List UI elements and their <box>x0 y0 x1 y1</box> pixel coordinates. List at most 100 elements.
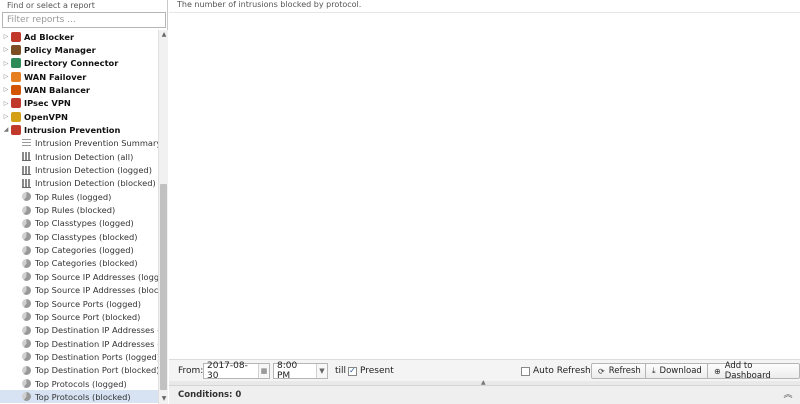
bar-chart-icon <box>22 152 31 162</box>
present-checkbox[interactable]: ✓ <box>348 366 357 376</box>
tree-report-item[interactable]: Top Protocols (logged) <box>0 377 158 390</box>
ipsec-vpn-icon <box>11 98 21 109</box>
tree-report-label: Top Classtypes (logged) <box>35 218 134 229</box>
tree-app-label: IPsec VPN <box>24 98 71 109</box>
pie-chart-icon <box>22 379 31 389</box>
tree-app-directory-connector[interactable]: ▷ Directory Connector <box>0 57 158 70</box>
pie-chart-icon <box>22 245 31 255</box>
collapsed-arrow-icon[interactable]: ▷ <box>3 73 9 80</box>
tree-report-item[interactable]: Top Rules (blocked) <box>0 204 158 217</box>
collapsed-arrow-icon[interactable]: ▷ <box>3 100 9 107</box>
from-label: From: <box>178 366 204 376</box>
download-button[interactable]: ⤓ Download <box>645 363 709 379</box>
tree-report-item[interactable]: Top Classtypes (logged) <box>0 217 158 230</box>
report-description: The number of intrusions blocked by prot… <box>177 0 362 9</box>
download-button-label: Download <box>659 366 702 376</box>
tree-report-label: Intrusion Detection (all) <box>35 151 134 162</box>
reports-sidebar: Find or select a report ▷ Ad Blocker ▷ Poli… <box>0 0 168 404</box>
collapsed-arrow-icon[interactable]: ▷ <box>3 33 9 40</box>
collapsed-arrow-icon[interactable]: ▷ <box>3 113 9 120</box>
tree-report-item[interactable]: Top Destination IP Addresses (lo... <box>0 324 158 337</box>
plus-circle-icon: ⊕ <box>714 366 721 376</box>
text-report-icon <box>22 138 31 148</box>
tree-app-wan-balancer[interactable]: ▷ WAN Balancer <box>0 83 158 96</box>
scroll-up-icon[interactable]: ▲ <box>159 30 169 40</box>
double-chevron-up-icon[interactable]: ︽ <box>782 389 794 401</box>
tree-report-label: Top Protocols (blocked) <box>35 391 131 402</box>
calendar-icon[interactable]: ▦ <box>258 364 269 378</box>
tree-report-item[interactable]: Top Source Port (blocked) <box>0 310 158 323</box>
tree-report-item[interactable]: Top Destination Port (blocked) <box>0 364 158 377</box>
collapsed-arrow-icon[interactable]: ▷ <box>3 86 9 93</box>
tree-report-label: Top Classtypes (blocked) <box>35 231 138 242</box>
refresh-icon: ⟳ <box>598 366 605 376</box>
collapsed-arrow-icon[interactable]: ▷ <box>3 46 9 53</box>
tree-app-label: Directory Connector <box>24 58 119 69</box>
tree-app-label: OpenVPN <box>24 111 68 122</box>
tree-report-label: Top Categories (logged) <box>35 245 134 256</box>
pie-chart-icon <box>22 299 31 308</box>
pie-chart-icon <box>22 232 31 242</box>
date-value: 2017-08-30 <box>207 361 248 381</box>
chevron-down-icon[interactable]: ▼ <box>316 364 327 378</box>
pie-chart-icon <box>22 272 31 282</box>
tree-report-item[interactable]: Top Destination IP Addresses (blo... <box>0 337 158 350</box>
tree-report-item[interactable]: Top Rules (logged) <box>0 190 158 203</box>
tree-report-label: Top Source Ports (logged) <box>35 298 141 309</box>
tree-report-item[interactable]: Intrusion Prevention Summary <box>0 137 158 150</box>
tree-report-label: Intrusion Prevention Summary <box>35 138 158 149</box>
tree-report-label: Top Destination Port (blocked) <box>35 365 158 376</box>
expanded-arrow-icon[interactable]: ◢ <box>3 126 9 133</box>
tree-app-ad-blocker[interactable]: ▷ Ad Blocker <box>0 30 158 43</box>
openvpn-icon <box>11 111 21 122</box>
filter-reports-input[interactable] <box>2 12 166 28</box>
report-toolbar: From: 2017-08-30 ▦ 8:00 PM ▼ till ✓ Pres… <box>169 359 800 381</box>
tree-report-label: Top Rules (blocked) <box>35 205 116 216</box>
pie-chart-icon <box>22 392 31 402</box>
tree-report-item[interactable]: Intrusion Detection (logged) <box>0 164 158 177</box>
present-label: Present <box>360 366 394 376</box>
tree-report-item[interactable]: Top Destination Ports (logged) <box>0 350 158 363</box>
bar-chart-icon <box>22 178 31 188</box>
tree-app-wan-failover[interactable]: ▷ WAN Failover <box>0 70 158 83</box>
tree-app-intrusion-prevention[interactable]: ◢ Intrusion Prevention <box>0 123 158 136</box>
tree-report-label: Top Source IP Addresses (logged) <box>35 271 158 282</box>
find-report-label: Find or select a report <box>7 1 95 10</box>
tree-report-item[interactable]: Top Source Ports (logged) <box>0 297 158 310</box>
pie-chart-icon <box>22 325 31 335</box>
tree-app-ipsec-vpn[interactable]: ▷ IPsec VPN <box>0 97 158 110</box>
tree-report-item[interactable]: Top Classtypes (blocked) <box>0 230 158 243</box>
tree-report-item[interactable]: Intrusion Detection (blocked) <box>0 177 158 190</box>
tree-report-item[interactable]: Top Source IP Addresses (logged) <box>0 270 158 283</box>
tree-app-policy-manager[interactable]: ▷ Policy Manager <box>0 43 158 56</box>
tree-report-item[interactable]: Top Categories (logged) <box>0 244 158 257</box>
tree-report-label: Top Categories (blocked) <box>35 258 138 269</box>
scrollbar-thumb[interactable] <box>160 184 167 390</box>
tree-app-openvpn[interactable]: ▷ OpenVPN <box>0 110 158 123</box>
scroll-down-icon[interactable]: ▼ <box>159 394 169 404</box>
ad-blocker-icon <box>11 31 21 42</box>
report-tree: ▷ Ad Blocker ▷ Policy Manager ▷ Directory Con… <box>0 30 158 404</box>
tree-report-label: Intrusion Detection (logged) <box>35 165 152 175</box>
collapsed-arrow-icon[interactable]: ▷ <box>3 60 9 67</box>
auto-refresh-checkbox[interactable] <box>521 366 530 376</box>
pie-chart-icon <box>22 285 31 295</box>
conditions-panel-header[interactable]: Conditions: 0 ︽ <box>169 385 800 404</box>
pie-chart-icon <box>22 205 31 215</box>
tree-report-item[interactable]: Top Protocols (blocked) <box>0 390 158 404</box>
refresh-button[interactable]: ⟳ Refresh <box>591 363 648 379</box>
pie-chart-icon <box>22 365 31 375</box>
date-field[interactable]: 2017-08-30 ▦ <box>203 361 270 381</box>
time-field[interactable]: 8:00 PM ▼ <box>273 361 328 381</box>
tree-report-label: Top Destination Ports (logged) <box>35 351 158 362</box>
tree-report-item[interactable]: Top Source IP Addresses (blocked) <box>0 284 158 297</box>
tree-report-item[interactable]: Intrusion Detection (all) <box>0 150 158 163</box>
tree-app-label: Policy Manager <box>24 44 96 55</box>
add-to-dashboard-button[interactable]: ⊕ Add to Dashboard <box>707 361 800 381</box>
tree-report-item[interactable]: Top Categories (blocked) <box>0 257 158 270</box>
tree-scrollbar[interactable]: ▲ ▼ <box>158 30 168 404</box>
tree-report-label: Top Source IP Addresses (blocked) <box>35 285 158 296</box>
auto-refresh-label: Auto Refresh <box>533 366 591 376</box>
tree-app-label: Ad Blocker <box>24 31 75 42</box>
tree-report-label: Top Destination IP Addresses (blo... <box>35 338 158 349</box>
